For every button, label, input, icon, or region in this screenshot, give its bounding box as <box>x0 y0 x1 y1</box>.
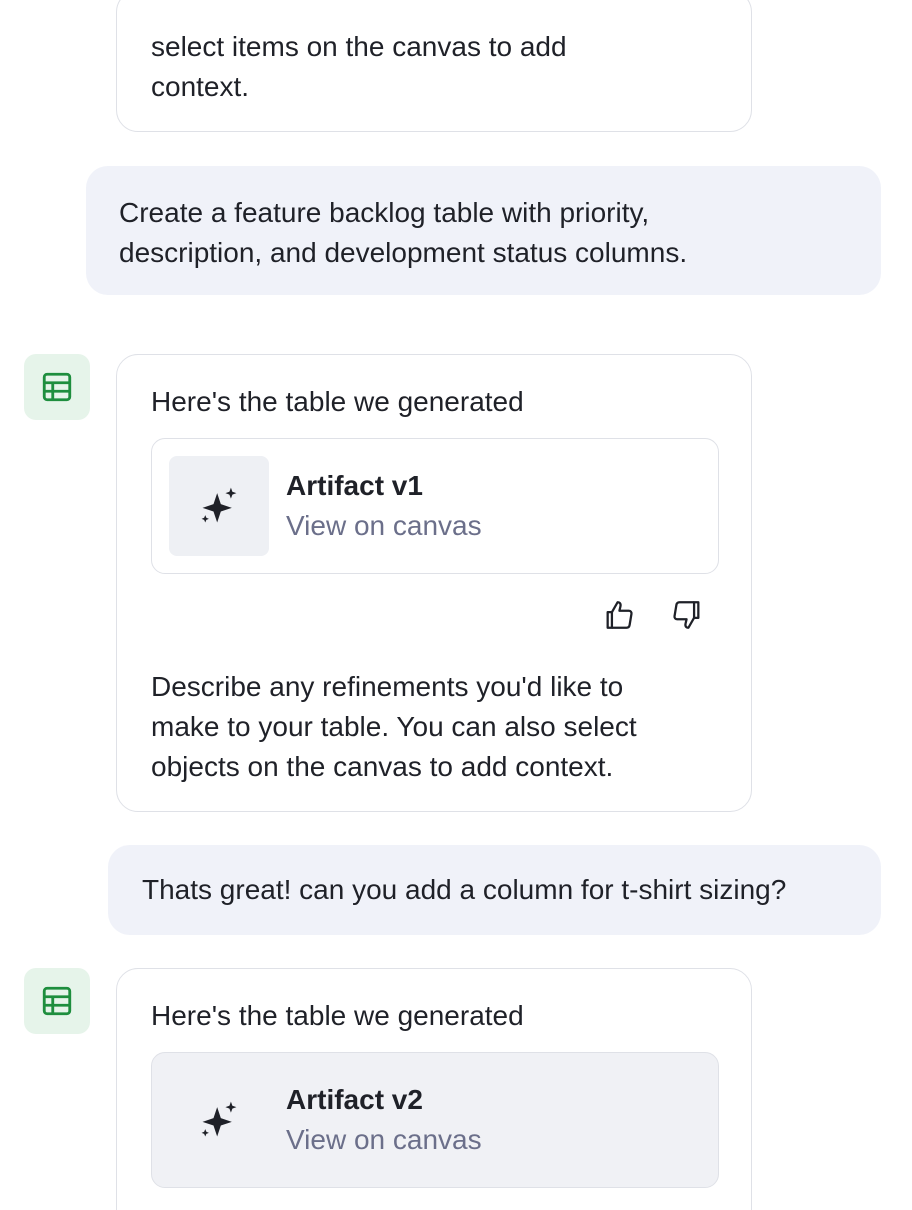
table-icon <box>42 986 72 1016</box>
artifact-card-v1[interactable]: Artifact v1 View on canvas <box>151 438 719 574</box>
message-line: context. <box>151 71 250 102</box>
message-intro: Here's the table we generated <box>151 1000 524 1031</box>
assistant-message: Here's the table we generated Artifact v… <box>116 354 752 812</box>
artifact-thumbnail <box>169 1070 269 1170</box>
thumbs-up-button[interactable] <box>601 597 637 633</box>
sparkle-icon <box>201 1101 237 1137</box>
feedback-controls <box>601 597 705 633</box>
assistant-avatar <box>24 354 90 420</box>
thumbs-up-icon <box>606 601 633 629</box>
message-intro: Here's the table we generated <box>151 386 524 417</box>
artifact-card-v2[interactable]: Artifact v2 View on canvas <box>151 1052 719 1188</box>
chat-thread: select items on the canvas to add contex… <box>0 0 912 1210</box>
assistant-message: Here's the table we generated Artifact v… <box>116 968 752 1210</box>
sparkle-icon <box>201 487 237 523</box>
thumbs-down-icon <box>673 601 700 629</box>
view-on-canvas-link[interactable]: View on canvas <box>286 1120 482 1160</box>
assistant-avatar <box>24 968 90 1034</box>
artifact-title: Artifact v1 <box>286 470 423 501</box>
message-line: description, and development status colu… <box>119 237 688 268</box>
user-message: Create a feature backlog table with prio… <box>86 166 881 295</box>
table-icon <box>42 372 72 402</box>
thumbs-down-button[interactable] <box>669 597 705 633</box>
message-line: make to your table. You can also select <box>151 711 637 742</box>
view-on-canvas-link[interactable]: View on canvas <box>286 506 482 546</box>
message-line: Create a feature backlog table with prio… <box>119 197 650 228</box>
message-line: objects on the canvas to add context. <box>151 751 614 782</box>
message-line: Thats great! can you add a column for t-… <box>142 874 787 905</box>
user-message: Thats great! can you add a column for t-… <box>108 845 881 935</box>
message-line: Describe any refinements you'd like to <box>151 671 624 702</box>
artifact-thumbnail <box>169 456 269 556</box>
assistant-message: select items on the canvas to add contex… <box>116 0 752 132</box>
artifact-title: Artifact v2 <box>286 1084 423 1115</box>
message-line: select items on the canvas to add <box>151 31 567 62</box>
